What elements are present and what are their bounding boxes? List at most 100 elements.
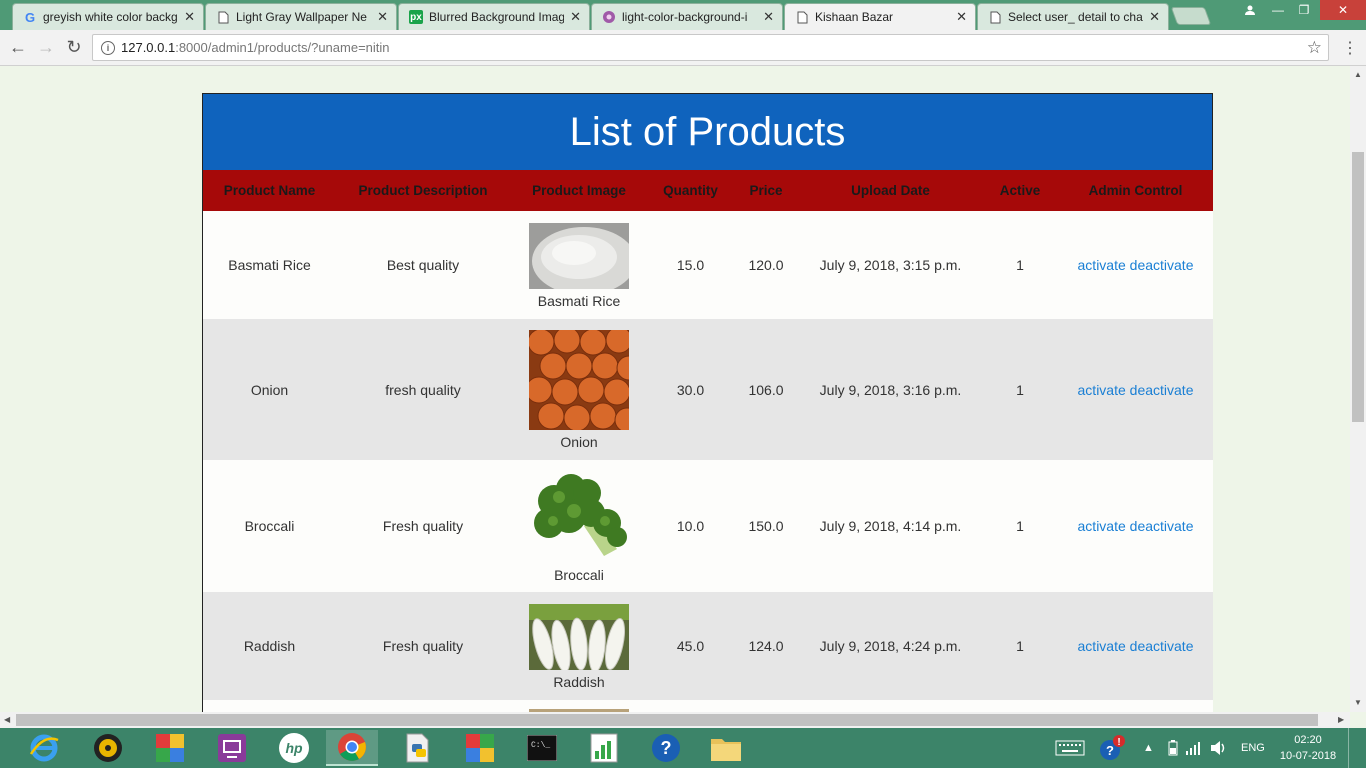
products-panel: List of Products Product Name Product De… (202, 93, 1213, 712)
column-header: Price (733, 170, 799, 211)
language-indicator[interactable]: ENG (1241, 728, 1265, 768)
vertical-scrollbar[interactable]: ▲ ▼ (1350, 66, 1366, 712)
windows-app-icon[interactable] (454, 730, 506, 766)
product-image-cell: Raddish (510, 592, 648, 700)
back-arrow-icon[interactable]: ← (8, 38, 28, 56)
flower-icon (602, 10, 616, 24)
product-name: Onion (250, 381, 289, 398)
tab-label: greyish white color backg (43, 10, 178, 24)
browser-tab-3[interactable]: px Blurred Background Imag ✕ (398, 3, 590, 30)
show-hidden-icons-icon[interactable]: ▲ (1143, 728, 1154, 768)
product-image-cell: Broccali (510, 460, 648, 592)
product-price: 124.0 (748, 638, 784, 654)
product-upload-date: July 9, 2018, 4:14 p.m. (819, 518, 962, 534)
onion-image (529, 330, 629, 430)
column-header: Quantity (648, 170, 733, 211)
svg-text:?: ? (661, 738, 672, 758)
close-tab-icon[interactable]: ✕ (763, 9, 774, 25)
product-active: 1 (1016, 638, 1024, 654)
product-price: 150.0 (748, 518, 784, 534)
bookmark-star-icon[interactable]: ☆ (1307, 38, 1322, 58)
close-tab-icon[interactable]: ✕ (184, 9, 195, 25)
system-clock[interactable]: 02:20 10-07-2018 (1278, 732, 1338, 764)
close-tab-icon[interactable]: ✕ (1149, 9, 1160, 25)
scroll-left-arrow-icon[interactable]: ◀ (4, 715, 10, 724)
product-active: 1 (1016, 257, 1024, 273)
activate-link[interactable]: activate (1078, 257, 1126, 273)
windows-taskbar: hp C:\_ ? ?! ▲ ENG 02:20 10-07-2018 (0, 728, 1366, 768)
admin-control: activate deactivate (1058, 592, 1213, 700)
admin-control: activate deactivate (1058, 211, 1213, 319)
product-active: 1 (1016, 518, 1024, 534)
browser-tab-2[interactable]: Light Gray Wallpaper Ne ✕ (205, 3, 397, 30)
column-header: Product Name (203, 170, 336, 211)
table-header-row: Product Name Product Description Product… (203, 170, 1213, 211)
browser-tab-4[interactable]: light-color-background-i ✕ (591, 3, 783, 30)
keyboard-icon[interactable] (1055, 728, 1085, 768)
product-image-wrapper: Basmati Rice (510, 214, 648, 317)
media-player-icon[interactable] (82, 730, 134, 766)
browser-tab-5-active[interactable]: Kishaan Bazar ✕ (784, 3, 976, 30)
wireless-display-icon[interactable] (206, 730, 258, 766)
product-quantity: 30.0 (676, 381, 705, 398)
help-icon[interactable]: ? (640, 730, 692, 766)
volume-icon[interactable] (1210, 728, 1228, 768)
address-bar[interactable]: i 127.0.0.1:8000/admin1/products/?uname=… (92, 34, 1329, 61)
product-image-wrapper: Onion (510, 321, 648, 458)
scroll-down-arrow-icon[interactable]: ▼ (1354, 698, 1362, 707)
user-profile-icon[interactable] (1236, 0, 1264, 20)
svg-text:hp: hp (285, 740, 303, 756)
activate-link[interactable]: activate (1078, 382, 1126, 398)
kebab-menu-icon[interactable]: ⋮ (1342, 38, 1358, 58)
browser-toolbar: ← → ↻ i 127.0.0.1:8000/admin1/products/?… (0, 30, 1366, 66)
info-icon[interactable]: i (101, 40, 115, 55)
scroll-right-arrow-icon[interactable]: ▶ (1338, 715, 1344, 724)
browser-tab-6[interactable]: Select user_ detail to char ✕ (977, 3, 1169, 30)
reload-icon[interactable]: ↻ (64, 38, 84, 56)
close-window-button[interactable]: ✕ (1320, 0, 1366, 20)
product-quantity: 15.0 (676, 257, 705, 273)
show-desktop-button[interactable] (1348, 728, 1366, 768)
product-name: Broccali (244, 518, 295, 534)
browser-tab-1[interactable]: G greyish white color backg ✕ (12, 3, 204, 30)
tab-strip: G greyish white color backg ✕ Light Gray… (0, 0, 1366, 30)
close-tab-icon[interactable]: ✕ (570, 9, 581, 25)
vertical-scroll-thumb[interactable] (1352, 152, 1364, 422)
tab-label: Select user_ detail to char (1008, 10, 1144, 24)
broccoli-image (529, 470, 629, 563)
signal-icon[interactable] (1186, 728, 1202, 768)
close-tab-icon[interactable]: ✕ (377, 9, 388, 25)
activate-link[interactable]: activate (1078, 518, 1126, 534)
python-file-icon[interactable] (392, 730, 444, 766)
chart-editor-icon[interactable] (578, 730, 630, 766)
new-tab-button[interactable] (1170, 7, 1212, 25)
battery-icon[interactable] (1168, 728, 1178, 768)
column-header: Active (982, 170, 1058, 211)
close-tab-icon[interactable]: ✕ (956, 9, 967, 25)
forward-arrow-icon[interactable]: → (36, 38, 56, 56)
deactivate-link[interactable]: deactivate (1130, 257, 1194, 273)
alert-help-icon[interactable]: ?! (1098, 728, 1126, 768)
scroll-up-arrow-icon[interactable]: ▲ (1354, 70, 1362, 79)
activate-link[interactable]: activate (1078, 638, 1126, 654)
deactivate-link[interactable]: deactivate (1130, 518, 1194, 534)
minimize-button[interactable]: — (1264, 0, 1292, 20)
deactivate-link[interactable]: deactivate (1130, 638, 1194, 654)
horizontal-scrollbar[interactable]: ◀ ▶ (0, 712, 1350, 728)
hp-icon[interactable]: hp (268, 730, 320, 766)
page-icon (988, 10, 1002, 24)
product-description: Fresh quality (382, 638, 464, 654)
file-explorer-icon[interactable] (700, 730, 752, 766)
svg-text:?: ? (1106, 743, 1114, 758)
table-row: Broccali Fresh quality Broccali 10.0 150… (203, 460, 1213, 592)
puzzle-app-icon[interactable] (144, 730, 196, 766)
chrome-icon[interactable] (326, 730, 378, 766)
command-prompt-icon[interactable]: C:\_ (516, 730, 568, 766)
product-upload-date: July 9, 2018, 3:16 p.m. (819, 381, 962, 398)
deactivate-link[interactable]: deactivate (1130, 382, 1194, 398)
tab-label: Kishaan Bazar (815, 10, 894, 24)
internet-explorer-icon[interactable] (18, 730, 70, 766)
image-caption: Basmati Rice (537, 292, 621, 309)
horizontal-scroll-thumb[interactable] (16, 714, 1318, 726)
restore-button[interactable]: ❐ (1290, 0, 1318, 20)
